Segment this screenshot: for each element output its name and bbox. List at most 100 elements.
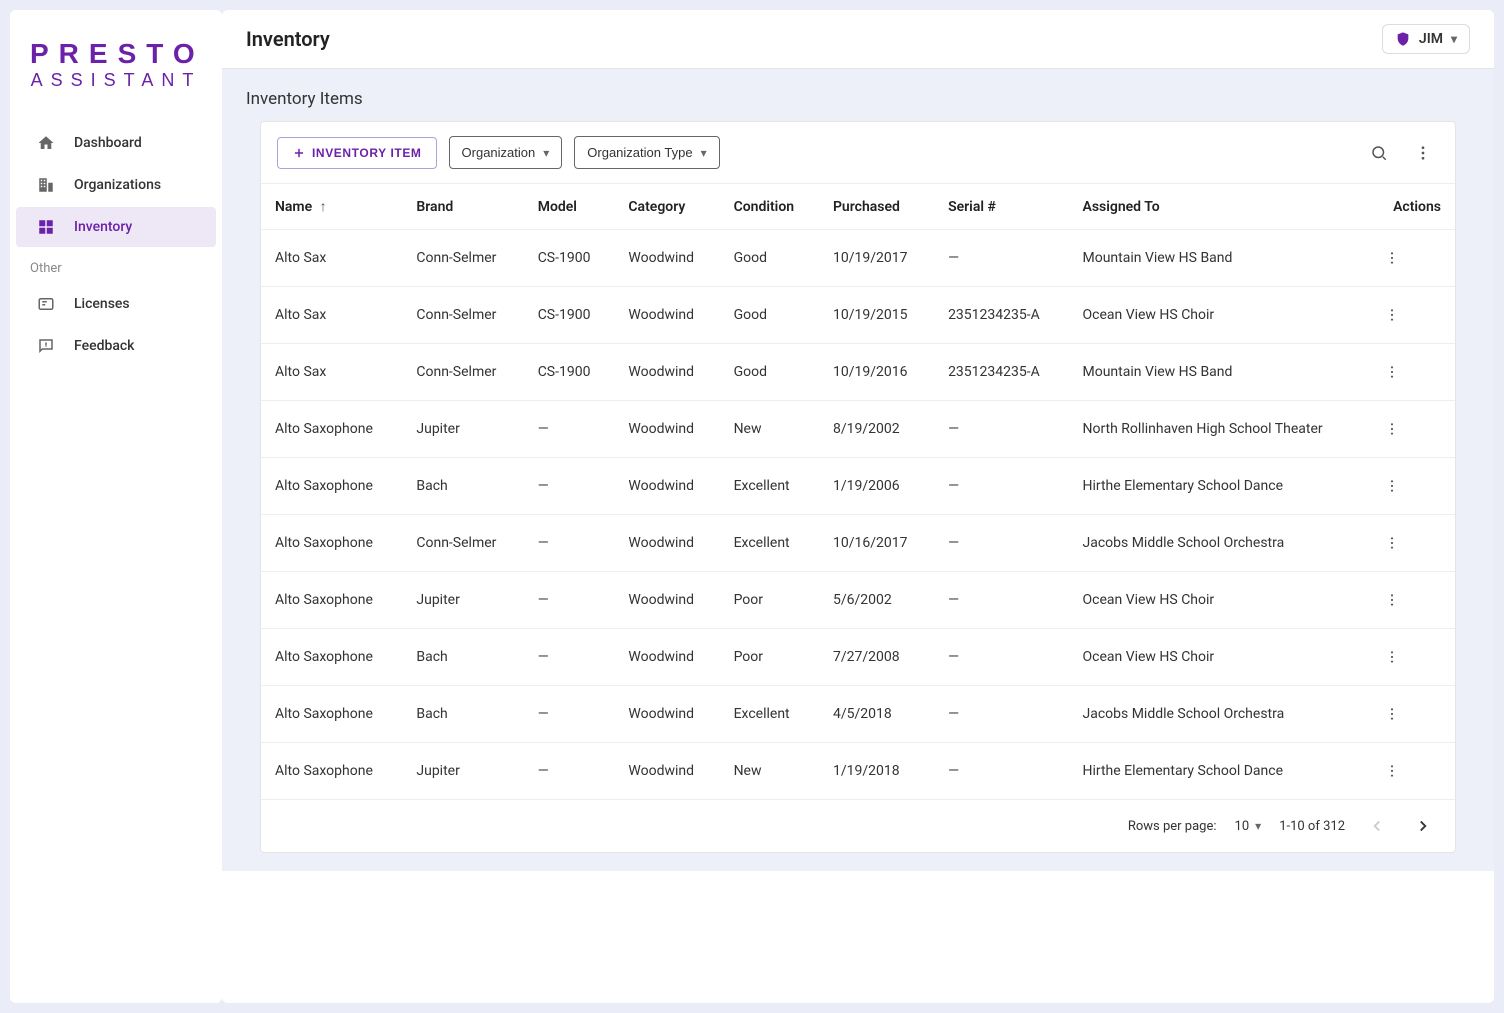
table-row[interactable]: Alto SaxophoneJupiter—WoodwindNew8/19/20…	[261, 401, 1455, 458]
filter-label: Organization	[462, 145, 536, 160]
cell-assigned: Mountain View HS Band	[1068, 230, 1369, 287]
cell-actions	[1370, 572, 1455, 629]
cell-model: —	[524, 686, 615, 743]
prev-page-button[interactable]	[1363, 812, 1391, 840]
cell-serial: 2351234235-A	[934, 287, 1068, 344]
row-menu-button[interactable]	[1384, 307, 1441, 323]
chevron-down-icon: ▾	[1451, 32, 1457, 46]
cell-category: Woodwind	[614, 743, 719, 800]
add-inventory-button[interactable]: INVENTORY ITEM	[277, 137, 437, 169]
chevron-down-icon: ▾	[543, 146, 549, 160]
col-condition[interactable]: Condition	[720, 184, 819, 230]
col-serial[interactable]: Serial #	[934, 184, 1068, 230]
table-row[interactable]: Alto SaxophoneConn-Selmer—WoodwindExcell…	[261, 515, 1455, 572]
cell-assigned: North Rollinhaven High School Theater	[1068, 401, 1369, 458]
cell-assigned: Ocean View HS Choir	[1068, 572, 1369, 629]
user-name: JIM	[1419, 31, 1443, 47]
row-menu-button[interactable]	[1384, 364, 1441, 380]
table-row[interactable]: Alto SaxConn-SelmerCS-1900WoodwindGood10…	[261, 230, 1455, 287]
row-menu-button[interactable]	[1384, 706, 1441, 722]
cell-assigned: Jacobs Middle School Orchestra	[1068, 515, 1369, 572]
section-title: Inventory Items	[246, 89, 1470, 109]
more-vert-icon	[1384, 649, 1441, 665]
dropdown-icon: ▾	[1255, 819, 1261, 833]
user-menu[interactable]: JIM ▾	[1382, 24, 1470, 54]
cell-purchased: 8/19/2002	[819, 401, 934, 458]
rows-per-page-label: Rows per page:	[1128, 819, 1217, 834]
cell-model: —	[524, 401, 615, 458]
row-menu-button[interactable]	[1384, 763, 1441, 779]
table-row[interactable]: Alto SaxophoneJupiter—WoodwindNew1/19/20…	[261, 743, 1455, 800]
col-category[interactable]: Category	[614, 184, 719, 230]
cell-name: Alto Saxophone	[261, 572, 402, 629]
cell-category: Woodwind	[614, 572, 719, 629]
license-icon	[36, 294, 56, 314]
col-brand[interactable]: Brand	[402, 184, 523, 230]
row-menu-button[interactable]	[1384, 250, 1441, 266]
table-row[interactable]: Alto SaxophoneBach—WoodwindExcellent1/19…	[261, 458, 1455, 515]
cell-purchased: 4/5/2018	[819, 686, 934, 743]
table-row[interactable]: Alto SaxophoneBach—WoodwindExcellent4/5/…	[261, 686, 1455, 743]
toolbar: INVENTORY ITEM Organization ▾ Organizati…	[261, 122, 1455, 184]
cell-serial: 2351234235-A	[934, 344, 1068, 401]
col-purchased[interactable]: Purchased	[819, 184, 934, 230]
cell-actions	[1370, 629, 1455, 686]
grid-icon	[36, 217, 56, 237]
sidebar-section-other: Other	[10, 249, 222, 282]
col-name[interactable]: Name ↑	[261, 184, 402, 230]
table-row[interactable]: Alto SaxophoneBach—WoodwindPoor7/27/2008…	[261, 629, 1455, 686]
next-page-button[interactable]	[1409, 812, 1437, 840]
sidebar-item-licenses[interactable]: Licenses	[16, 284, 216, 324]
brand-name: PRESTO	[30, 38, 202, 70]
cell-name: Alto Saxophone	[261, 629, 402, 686]
cell-category: Woodwind	[614, 515, 719, 572]
row-menu-button[interactable]	[1384, 592, 1441, 608]
table-row[interactable]: Alto SaxophoneJupiter—WoodwindPoor5/6/20…	[261, 572, 1455, 629]
cell-model: —	[524, 515, 615, 572]
more-vert-icon	[1384, 307, 1441, 323]
brand-logo: PRESTO ASSISTANT	[10, 28, 222, 121]
cell-assigned: Hirthe Elementary School Dance	[1068, 458, 1369, 515]
brand-subtitle: ASSISTANT	[30, 70, 202, 91]
filter-organization-type[interactable]: Organization Type ▾	[574, 136, 719, 169]
cell-category: Woodwind	[614, 344, 719, 401]
chevron-left-icon	[1368, 817, 1386, 835]
sidebar-item-dashboard[interactable]: Dashboard	[16, 123, 216, 163]
cell-serial: —	[934, 230, 1068, 287]
cell-category: Woodwind	[614, 230, 719, 287]
cell-assigned: Ocean View HS Choir	[1068, 629, 1369, 686]
sidebar-item-feedback[interactable]: Feedback	[16, 326, 216, 366]
cell-condition: Excellent	[720, 515, 819, 572]
sidebar-item-inventory[interactable]: Inventory	[16, 207, 216, 247]
cell-actions	[1370, 458, 1455, 515]
cell-model: CS-1900	[524, 287, 615, 344]
cell-brand: Jupiter	[402, 572, 523, 629]
table-row[interactable]: Alto SaxConn-SelmerCS-1900WoodwindGood10…	[261, 344, 1455, 401]
col-assigned[interactable]: Assigned To	[1068, 184, 1369, 230]
sidebar-item-organizations[interactable]: Organizations	[16, 165, 216, 205]
cell-condition: Good	[720, 287, 819, 344]
subheader: Inventory Items INVENTORY ITEM Organizat…	[222, 69, 1494, 871]
filter-organization[interactable]: Organization ▾	[449, 136, 563, 169]
shield-icon	[1395, 31, 1411, 47]
cell-actions	[1370, 743, 1455, 800]
row-menu-button[interactable]	[1384, 421, 1441, 437]
cell-brand: Conn-Selmer	[402, 344, 523, 401]
row-menu-button[interactable]	[1384, 649, 1441, 665]
main-content: Inventory JIM ▾ Inventory Items INVENTOR…	[222, 10, 1494, 1003]
table-row[interactable]: Alto SaxConn-SelmerCS-1900WoodwindGood10…	[261, 287, 1455, 344]
rows-per-page-select[interactable]: 10 ▾	[1235, 819, 1262, 834]
col-model[interactable]: Model	[524, 184, 615, 230]
cell-purchased: 10/16/2017	[819, 515, 934, 572]
more-vert-icon	[1384, 592, 1441, 608]
rows-per-page-value: 10	[1235, 819, 1250, 834]
cell-actions	[1370, 401, 1455, 458]
more-vert-icon	[1384, 364, 1441, 380]
search-button[interactable]	[1363, 137, 1395, 169]
more-menu-button[interactable]	[1407, 137, 1439, 169]
cell-serial: —	[934, 572, 1068, 629]
cell-assigned: Hirthe Elementary School Dance	[1068, 743, 1369, 800]
sidebar-item-label: Licenses	[74, 296, 130, 312]
row-menu-button[interactable]	[1384, 535, 1441, 551]
row-menu-button[interactable]	[1384, 478, 1441, 494]
